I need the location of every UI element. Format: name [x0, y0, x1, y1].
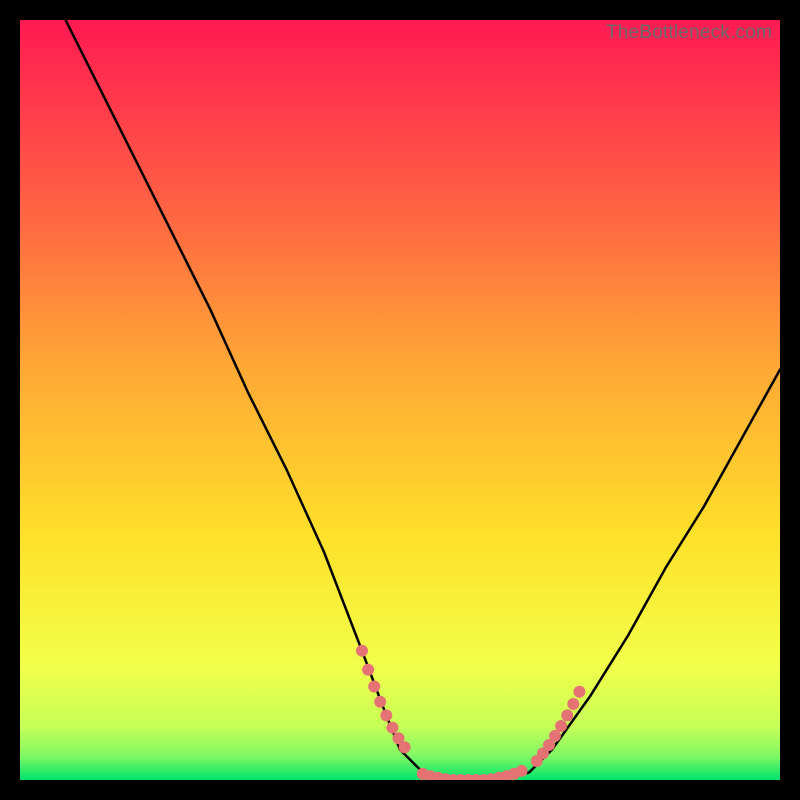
highlight-dot [561, 709, 573, 721]
highlight-dot [555, 720, 567, 732]
chart-frame: TheBottleneck.com [20, 20, 780, 780]
highlight-dot [356, 645, 368, 657]
chart-svg [20, 20, 780, 780]
watermark-text: TheBottleneck.com [606, 22, 772, 44]
highlight-dot [567, 698, 579, 710]
highlight-dot [573, 686, 585, 698]
highlight-dot [399, 741, 411, 753]
gradient-background [20, 20, 780, 780]
highlight-dot [374, 696, 386, 708]
highlight-dot [362, 664, 374, 676]
highlight-dot [386, 722, 398, 734]
highlight-dot [368, 681, 380, 693]
highlight-dot [549, 730, 561, 742]
highlight-dot [516, 765, 528, 777]
highlight-dot [380, 709, 392, 721]
